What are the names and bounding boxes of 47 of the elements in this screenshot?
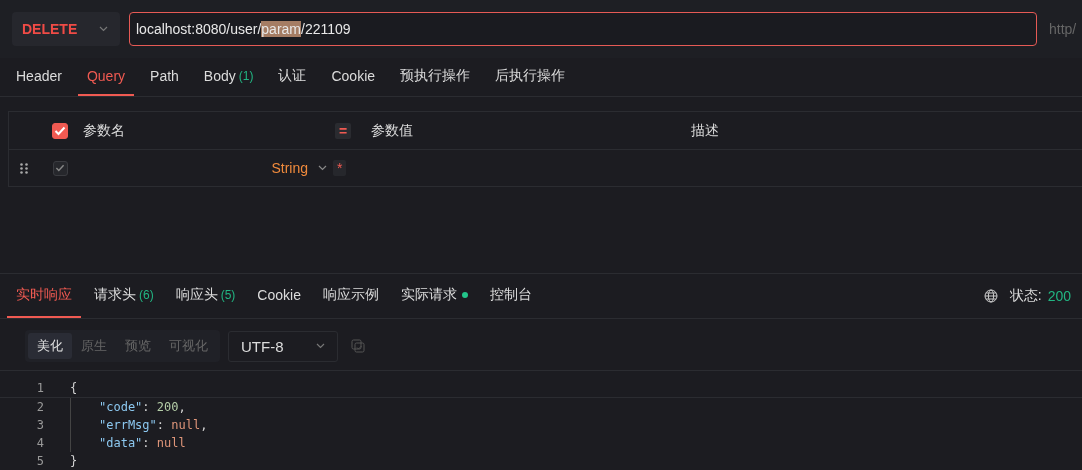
response-tab[interactable]: 请求头 (6) [85, 274, 163, 318]
line-number: 5 [35, 454, 44, 468]
request-tab[interactable]: 认证 [269, 58, 316, 96]
caret-icon [318, 165, 327, 171]
view-mode-option[interactable]: 美化 [28, 333, 72, 359]
line-number: 4 [35, 436, 44, 450]
code-line: "data": null [99, 436, 186, 450]
response-tab[interactable]: Cookie [248, 274, 310, 318]
base-url-text: http/ [1049, 21, 1077, 37]
select-all-checkbox[interactable] [52, 122, 68, 139]
caret-icon [316, 343, 325, 349]
type-select[interactable]: String [271, 160, 308, 176]
column-header: 描述 [691, 121, 719, 138]
response-tab[interactable]: 响应头 (5) [166, 274, 245, 318]
response-tab[interactable]: 响应示例 [313, 274, 388, 318]
check-icon [55, 164, 65, 172]
column-header: 参数名 [83, 121, 125, 138]
response-tab[interactable]: 实际请求 [391, 274, 477, 318]
row-checkbox[interactable] [52, 160, 68, 176]
request-tab[interactable]: Path [141, 58, 188, 96]
method-select[interactable]: DELETE [12, 12, 120, 46]
response-tab[interactable]: 控制台 [480, 274, 541, 318]
required-toggle[interactable]: * [333, 160, 347, 176]
line-number: 2 [35, 400, 44, 414]
request-tab[interactable]: Header [7, 58, 71, 96]
encoding-select[interactable]: UTF-8 [228, 330, 338, 362]
request-tab[interactable]: Cookie [322, 58, 385, 96]
drag-handle-icon[interactable] [20, 162, 28, 174]
request-tab[interactable]: 后执行操作 [486, 58, 575, 96]
request-tab[interactable]: Body (1) [194, 58, 263, 96]
request-tab[interactable]: Query [77, 58, 135, 96]
code-line: { [70, 381, 78, 395]
column-header: 参数值 [371, 121, 413, 138]
line-number: 3 [35, 418, 44, 432]
code-line: } [70, 454, 78, 468]
caret-icon [99, 26, 108, 32]
code-line: "errMsg": null, [99, 418, 208, 432]
code-line: "code": 200, [99, 400, 186, 414]
line-number: 1 [35, 381, 44, 395]
request-tab[interactable]: 预执行操作 [391, 58, 480, 96]
equals-toggle[interactable]: = [335, 122, 352, 139]
response-tab[interactable]: 实时响应 [7, 274, 81, 318]
globe-icon[interactable] [983, 289, 998, 303]
check-icon [54, 125, 66, 136]
url-field[interactable]: localhost:8080/user/param/221109 [129, 12, 1037, 46]
status-label: 状态: [1009, 287, 1042, 305]
status-code: 200 [1047, 288, 1071, 304]
